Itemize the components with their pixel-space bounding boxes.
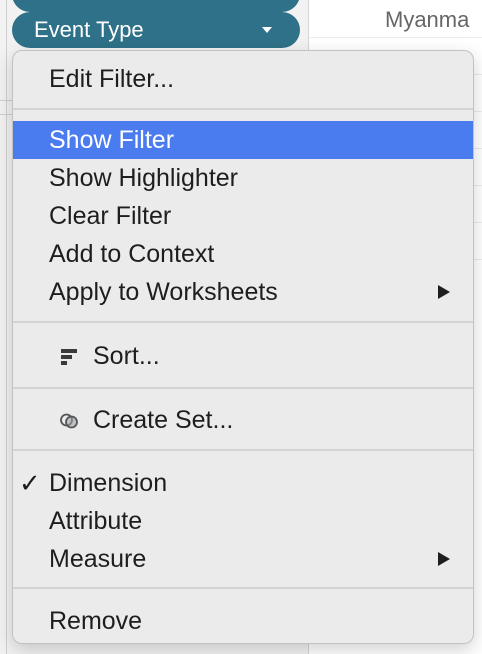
- menu-item-label: Measure: [49, 545, 147, 573]
- menu-item-label: Apply to Worksheets: [49, 278, 278, 306]
- menu-item-measure[interactable]: Measure: [13, 540, 473, 578]
- menu-item-clear-filter[interactable]: Clear Filter: [13, 197, 473, 235]
- menu-item-create-set[interactable]: Create Set...: [13, 401, 473, 439]
- menu-item-apply-to-worksheets[interactable]: Apply to Worksheets: [13, 273, 473, 311]
- menu-separator: [13, 387, 473, 389]
- pill-label: Event Type: [34, 17, 144, 42]
- menu-separator: [13, 587, 473, 589]
- shelf-divider: [0, 100, 12, 101]
- caret-down-icon[interactable]: [260, 23, 274, 37]
- menu-item-label: Show Filter: [49, 126, 175, 154]
- list-item: Myanma: [309, 0, 482, 38]
- create-set-icon: [60, 413, 78, 429]
- context-menu: Edit Filter... Show Filter Show Highligh…: [12, 50, 474, 644]
- menu-separator: [13, 449, 473, 451]
- menu-item-label: Create Set...: [93, 406, 234, 434]
- filter-pill[interactable]: [12, 0, 300, 12]
- sort-icon: [61, 349, 77, 365]
- menu-item-remove[interactable]: Remove: [13, 602, 473, 640]
- menu-item-attribute[interactable]: Attribute: [13, 502, 473, 540]
- checkmark-icon: ✓: [19, 468, 41, 498]
- submenu-arrow-icon: [438, 552, 450, 566]
- menu-item-show-highlighter[interactable]: Show Highlighter: [13, 159, 473, 197]
- shelf-divider: [6, 0, 7, 654]
- menu-item-label: Show Highlighter: [49, 164, 238, 192]
- menu-item-show-filter[interactable]: Show Filter: [13, 121, 473, 159]
- menu-item-sort[interactable]: Sort...: [13, 337, 473, 375]
- menu-item-label: Clear Filter: [49, 202, 172, 230]
- menu-item-add-to-context[interactable]: Add to Context: [13, 235, 473, 273]
- menu-item-label: Sort...: [93, 342, 160, 370]
- menu-item-label: Dimension: [49, 469, 168, 497]
- menu-item-label: Edit Filter...: [49, 65, 175, 93]
- row-label: Myanma: [385, 7, 470, 32]
- submenu-arrow-icon: [438, 285, 450, 299]
- shelf-divider: [0, 114, 12, 115]
- event-type-pill[interactable]: Event Type: [12, 12, 300, 48]
- menu-item-dimension[interactable]: ✓ Dimension: [13, 464, 473, 502]
- menu-separator: [13, 108, 473, 110]
- menu-item-label: Remove: [49, 607, 143, 635]
- menu-item-label: Attribute: [49, 507, 143, 535]
- menu-separator: [13, 321, 473, 323]
- menu-item-label: Add to Context: [49, 240, 215, 268]
- menu-item-edit-filter[interactable]: Edit Filter...: [13, 60, 473, 98]
